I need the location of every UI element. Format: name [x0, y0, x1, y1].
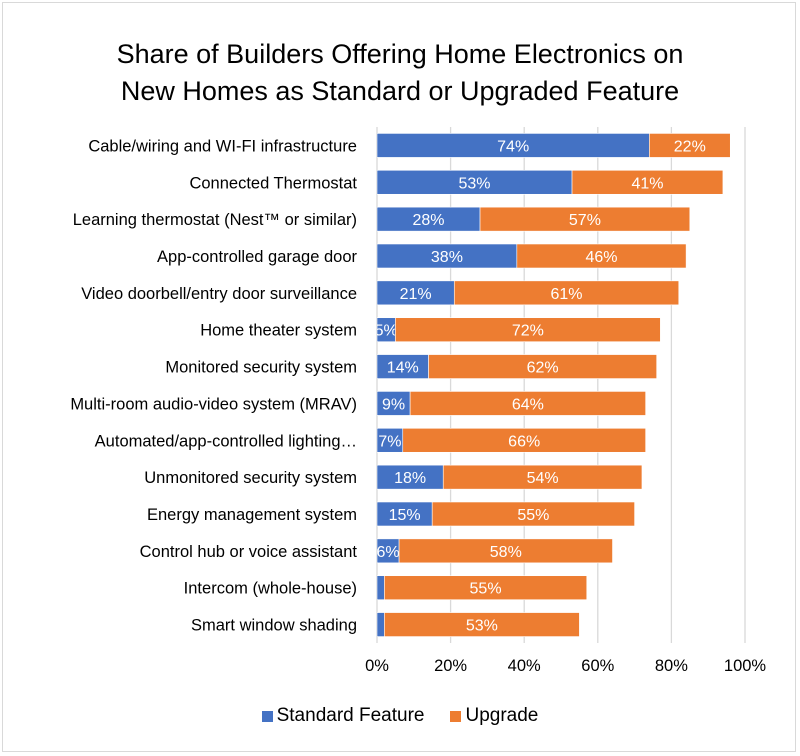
data-label-standard: 15%	[389, 507, 421, 524]
legend-label-standard: Standard Feature	[276, 705, 425, 726]
x-tick-label: 20%	[434, 657, 467, 675]
category-label: Connected Thermostat	[189, 174, 357, 192]
category-label: Learning thermostat (Nest™ or similar)	[73, 211, 357, 229]
data-label-upgrade: 61%	[551, 286, 583, 303]
x-tick-labels: 0% 20% 40% 60% 80% 100%	[365, 657, 766, 675]
bars: 74% 22% 53% 41% 28% 57% 38% 46% 21% 61% 5% 72% 14% 62…	[375, 133, 731, 637]
category-label: Home theater system	[200, 322, 357, 340]
category-labels: Cable/wiring and WI-FI infrastructure Con…	[70, 137, 357, 634]
bar-chart: 74% 22% 53% 41% 28% 57% 38% 46% 21% 61% 5% 72% 14% 62…	[70, 127, 766, 675]
data-label-standard: 53%	[459, 175, 491, 192]
data-label-upgrade: 53%	[466, 618, 498, 635]
data-label-standard: 7%	[378, 433, 401, 450]
legend-swatch-upgrade	[450, 710, 462, 722]
category-label: App-controlled garage door	[157, 248, 357, 266]
gridlines	[376, 127, 746, 643]
data-label-standard: 74%	[497, 138, 529, 155]
data-label-standard: 18%	[394, 470, 426, 487]
data-label-upgrade: 62%	[527, 360, 559, 377]
data-label-upgrade: 66%	[508, 433, 540, 450]
data-label-upgrade: 55%	[470, 581, 502, 598]
x-tick-label: 100%	[724, 657, 767, 675]
x-tick-label: 40%	[508, 657, 541, 675]
x-tick-label: 0%	[365, 657, 389, 675]
data-label-upgrade: 54%	[527, 470, 559, 487]
x-tick-label: 80%	[655, 657, 688, 675]
data-label-upgrade: 41%	[631, 175, 663, 192]
category-label: Monitored security system	[165, 359, 357, 377]
data-label-standard: 5%	[375, 323, 398, 340]
data-label-standard: 21%	[400, 286, 432, 303]
legend-label-upgrade: Upgrade	[465, 705, 539, 726]
category-label: Intercom (whole-house)	[184, 580, 357, 598]
category-label: Unmonitored security system	[144, 469, 357, 487]
data-label-standard: 6%	[376, 544, 399, 561]
data-label-standard: 28%	[413, 212, 445, 229]
legend-item-standard: Standard Feature	[261, 705, 425, 727]
bar-standard	[377, 575, 385, 601]
data-label-upgrade: 55%	[517, 507, 549, 524]
legend-swatch-standard	[261, 710, 273, 722]
data-label-standard: 38%	[431, 249, 463, 266]
data-label-upgrade: 72%	[512, 323, 544, 340]
x-tick-label: 60%	[581, 657, 614, 675]
data-label-standard: 14%	[387, 360, 419, 377]
category-label: Multi-room audio-video system (MRAV)	[70, 395, 357, 413]
category-label: Video doorbell/entry door surveillance	[81, 285, 357, 303]
category-label: Energy management system	[147, 506, 357, 524]
legend: Standard Feature Upgrade	[0, 705, 800, 727]
bar-standard	[377, 612, 385, 637]
data-label-upgrade: 22%	[674, 138, 706, 155]
data-label-standard: 9%	[382, 396, 405, 413]
legend-item-upgrade: Upgrade	[450, 705, 538, 727]
category-label: Automated/app-controlled lighting…	[95, 432, 357, 450]
category-label: Cable/wiring and WI-FI infrastructure	[88, 137, 357, 155]
data-label-upgrade: 57%	[569, 212, 601, 229]
data-label-upgrade: 58%	[490, 544, 522, 561]
category-label: Smart window shading	[191, 617, 357, 635]
category-label: Control hub or voice assistant	[140, 543, 358, 561]
data-label-upgrade: 64%	[512, 396, 544, 413]
data-label-upgrade: 46%	[585, 249, 617, 266]
